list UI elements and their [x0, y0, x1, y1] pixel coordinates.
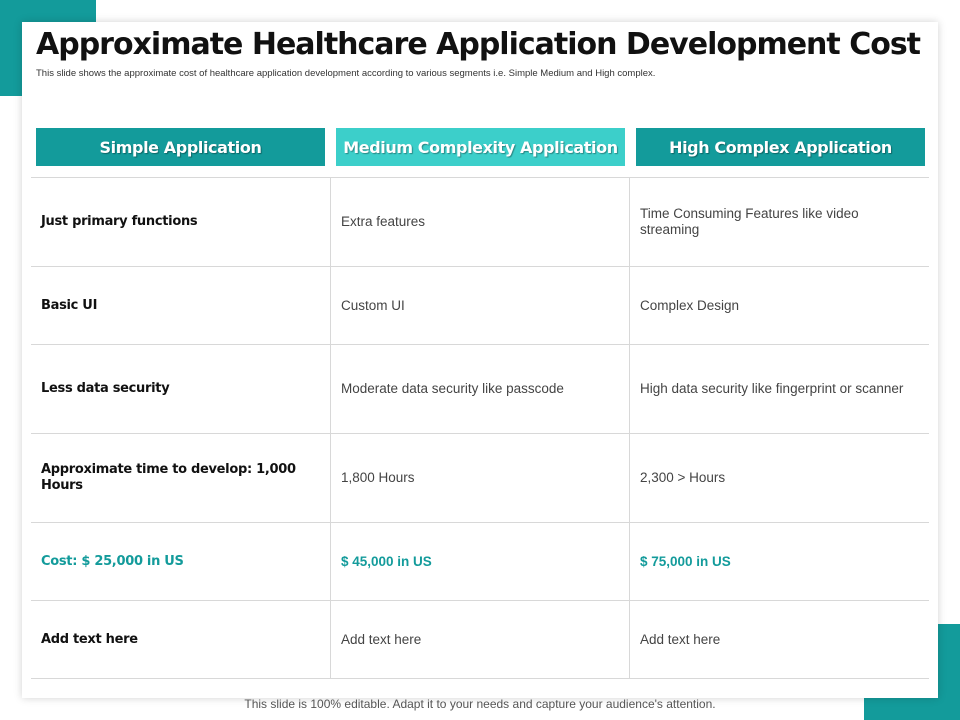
table-cell-high: Time Consuming Features like video strea…	[640, 206, 859, 237]
table-row: Approximate time to develop: 1,000 Hours…	[31, 434, 929, 523]
table-row: Just primary functions Extra features Ti…	[31, 178, 929, 267]
table-cell-high: Complex Design	[640, 297, 740, 313]
table-cell-simple: Add text here	[31, 601, 331, 678]
column-header-simple: Simple Application	[36, 128, 325, 166]
table-row-cost: Cost: $ 25,000 in US $ 45,000 in US $ 75…	[31, 523, 929, 601]
table-cell-simple: Just primary functions	[31, 178, 331, 266]
table-cell-high: High data security like fingerprint or s…	[640, 381, 904, 396]
slide-title: Approximate Healthcare Application Devel…	[36, 27, 921, 62]
slide-card: Approximate Healthcare Application Devel…	[22, 22, 938, 698]
table-cell-high-cost: $ 75,000 in US	[640, 553, 731, 569]
table-row: Add text here Add text here Add text her…	[31, 601, 929, 679]
table-cell-simple: Approximate time to develop: 1,000 Hours	[31, 434, 331, 522]
table-cell-medium: Add text here	[331, 601, 630, 678]
table-cell-medium: Extra features	[331, 178, 630, 266]
table-cell-medium: Moderate data security like passcode	[331, 345, 630, 433]
table-cell-high: Add text here	[640, 631, 721, 647]
table-cell-high: 2,300 > Hours	[640, 470, 726, 485]
table-cell-medium: 1,800 Hours	[331, 434, 630, 522]
slide-subtitle: This slide shows the approximate cost of…	[36, 68, 656, 79]
table-row: Less data security Moderate data securit…	[31, 345, 929, 434]
table-cell-medium: Custom UI	[331, 267, 630, 344]
table-cell-medium-cost: $ 45,000 in US	[331, 523, 630, 600]
table-cell-simple: Basic UI	[31, 267, 331, 344]
table-cell-simple-cost: Cost: $ 25,000 in US	[31, 523, 331, 600]
comparison-table: Just primary functions Extra features Ti…	[31, 177, 929, 679]
column-header-high: High Complex Application	[636, 128, 925, 166]
table-cell-simple: Less data security	[31, 345, 331, 433]
column-header-medium: Medium Complexity Application	[336, 128, 625, 166]
footer-note: This slide is 100% editable. Adapt it to…	[244, 697, 716, 711]
table-row: Basic UI Custom UI Complex Design	[31, 267, 929, 345]
